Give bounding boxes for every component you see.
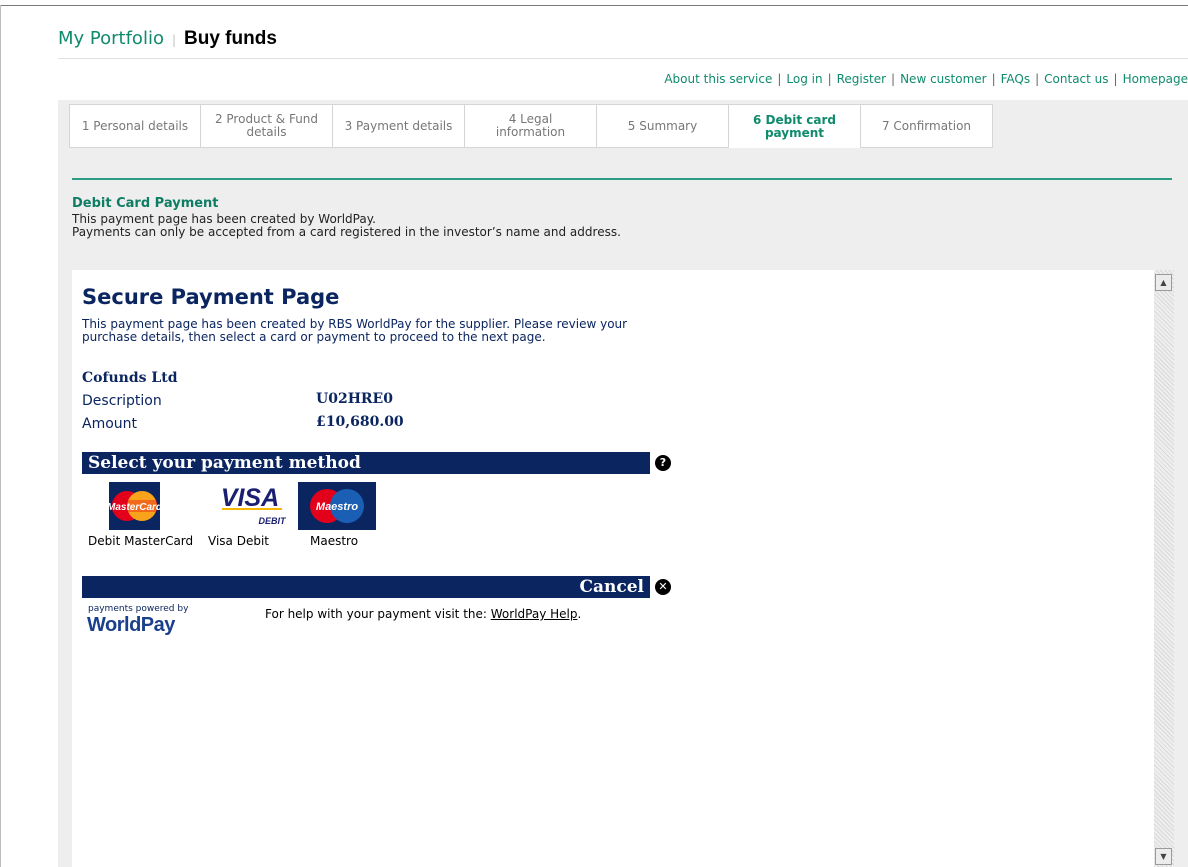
tab-debit-card-payment[interactable]: 6 Debit card payment <box>729 104 861 148</box>
page-title: Buy funds <box>184 28 277 49</box>
description-value: U02HRE0 <box>316 391 393 407</box>
cancel-bar: Cancel <box>82 576 650 598</box>
visa-debit-logo[interactable]: VISA DEBIT <box>214 482 292 530</box>
tab-summary[interactable]: 5 Summary <box>597 104 729 148</box>
description-label: Description <box>82 393 162 409</box>
step-tabs: 1 Personal details 2 Product & Fund deta… <box>69 104 993 148</box>
card-label-visa-debit[interactable]: Visa Debit <box>208 534 269 548</box>
top-border <box>0 5 1188 6</box>
link-log-in[interactable]: Log in <box>786 72 822 86</box>
left-border <box>0 5 1 867</box>
debit-card-payment-title: Debit Card Payment <box>72 196 219 211</box>
link-register[interactable]: Register <box>837 72 886 86</box>
close-circle-icon[interactable]: ✕ <box>655 579 671 595</box>
breadcrumb-separator: | <box>171 33 176 47</box>
info-line-2: Payments can only be accepted from a car… <box>72 225 621 239</box>
maestro-logo[interactable]: Maestro <box>298 482 376 530</box>
card-label-debit-mastercard[interactable]: Debit MasterCard <box>88 534 193 548</box>
help-text: For help with your payment visit the: Wo… <box>265 607 581 621</box>
debit-card-payment-info: This payment page has been created by Wo… <box>72 213 621 239</box>
visa-debit-sub-text: DEBIT <box>259 516 288 526</box>
amount-value: £10,680.00 <box>316 414 404 430</box>
tab-payment-details[interactable]: 3 Payment details <box>333 104 465 148</box>
worldpay-logo: WorldPay <box>87 614 175 636</box>
payment-method-title: Select your payment method <box>88 453 361 473</box>
cancel-button[interactable]: Cancel <box>579 577 644 597</box>
help-prefix: For help with your payment visit the: <box>265 607 491 621</box>
tab-confirmation[interactable]: 7 Confirmation <box>861 104 993 148</box>
card-label-maestro[interactable]: Maestro <box>310 534 358 548</box>
arrow-down-icon[interactable]: ▼ <box>1155 848 1172 865</box>
link-new-customer[interactable]: New customer <box>900 72 987 86</box>
link-about-service[interactable]: About this service <box>664 72 772 86</box>
secure-payment-intro: This payment page has been created by RB… <box>82 317 628 344</box>
visa-logo-text: VISA <box>221 484 279 512</box>
worldpay-frame: Secure Payment Page This payment page ha… <box>72 270 1174 867</box>
breadcrumb-my-portfolio[interactable]: My Portfolio <box>58 28 164 49</box>
link-faqs[interactable]: FAQs <box>1001 72 1031 86</box>
page-header: My Portfolio | Buy funds <box>58 28 277 50</box>
payment-method-header: Select your payment method <box>82 452 650 474</box>
help-suffix: . <box>577 607 582 621</box>
arrow-up-icon[interactable]: ▲ <box>1155 274 1172 291</box>
header-divider <box>58 58 1188 59</box>
link-homepage[interactable]: Homepage <box>1123 72 1188 86</box>
mastercard-logo-text: MasterCard <box>109 502 160 513</box>
section-divider <box>72 178 1172 180</box>
tab-legal-information[interactable]: 4 Legal information <box>465 104 597 148</box>
amount-label: Amount <box>82 416 138 432</box>
worldpay-help-link[interactable]: WorldPay Help <box>491 607 578 621</box>
supplier-name: Cofunds Ltd <box>82 370 178 386</box>
maestro-logo-text: Maestro <box>316 501 358 513</box>
powered-by-text: payments powered by <box>88 604 189 614</box>
tab-personal-details[interactable]: 1 Personal details <box>69 104 201 148</box>
mastercard-logo[interactable]: MasterCard <box>107 482 163 530</box>
scrollbar[interactable]: ▲ ▼ <box>1154 270 1174 867</box>
tab-product-fund-details[interactable]: 2 Product & Fund details <box>201 104 333 148</box>
question-circle-icon[interactable]: ? <box>655 455 671 471</box>
secure-payment-title: Secure Payment Page <box>82 285 340 309</box>
top-links: About this service | Log in | Register | New c… <box>664 72 1188 86</box>
link-contact-us[interactable]: Contact us <box>1044 72 1108 86</box>
